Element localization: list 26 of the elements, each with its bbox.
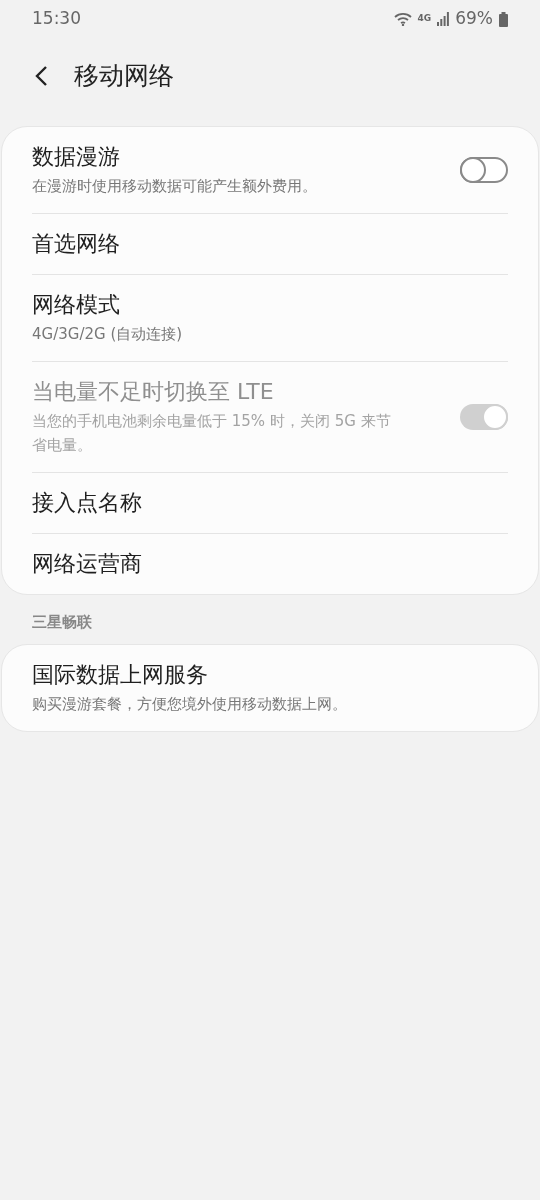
signal-icon bbox=[437, 12, 450, 26]
settings-row[interactable]: 首选网络 bbox=[32, 214, 508, 275]
row-subtitle: 当您的手机电池剩余电量低于 15% 时，关闭 5G 来节省电量。 bbox=[32, 411, 392, 456]
row-title: 当电量不足时切换至 LTE bbox=[32, 378, 275, 406]
settings-row[interactable]: 国际数据上网服务 购买漫游套餐，方便您境外使用移动数据上网。 bbox=[32, 644, 508, 731]
row-title: 接入点名称 bbox=[32, 489, 143, 517]
settings-row[interactable]: 网络运营商 bbox=[32, 534, 508, 594]
page-title: 移动网络 bbox=[74, 60, 174, 93]
row-title: 数据漫游 bbox=[32, 143, 121, 171]
row-title: 网络模式 bbox=[32, 291, 121, 319]
status-time: 15:30 bbox=[32, 7, 81, 31]
battery-percent: 69% bbox=[455, 7, 493, 31]
network-type: 4G bbox=[417, 14, 432, 24]
wifi-icon bbox=[393, 12, 412, 26]
settings-row[interactable]: 网络模式 4G/3G/2G (自动连接) bbox=[32, 275, 508, 362]
battery-icon bbox=[499, 11, 508, 27]
row-subtitle: 在漫游时使用移动数据可能产生额外费用。 bbox=[32, 176, 318, 197]
settings-row[interactable]: 数据漫游 在漫游时使用移动数据可能产生额外费用。 bbox=[32, 127, 508, 214]
row-title: 国际数据上网服务 bbox=[32, 660, 209, 689]
row-title: 首选网络 bbox=[32, 230, 121, 258]
row-subtitle: 购买漫游套餐，方便您境外使用移动数据上网。 bbox=[32, 693, 348, 715]
section-header: 三星畅联 bbox=[31, 612, 93, 633]
settings-row[interactable]: 接入点名称 bbox=[32, 473, 508, 534]
row-subtitle: 4G/3G/2G (自动连接) bbox=[32, 324, 184, 345]
row-title: 网络运营商 bbox=[32, 550, 143, 578]
toggle-switch[interactable] bbox=[460, 157, 508, 183]
